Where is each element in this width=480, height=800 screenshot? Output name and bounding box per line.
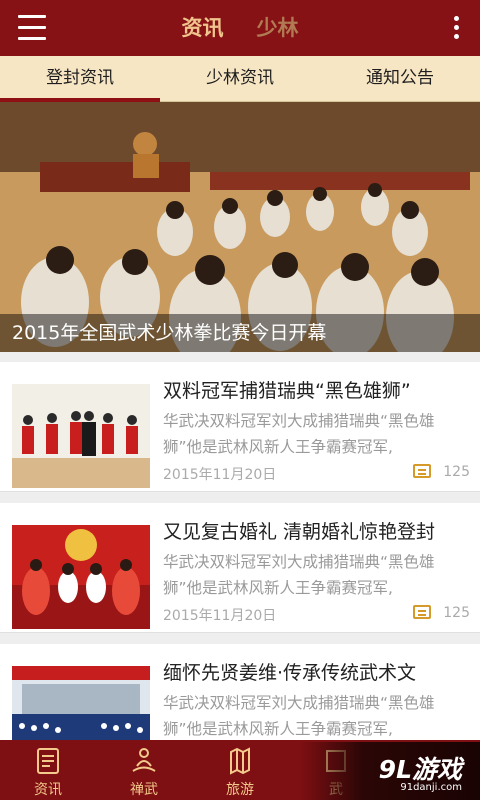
top-app-bar: 资讯 少林 xyxy=(0,0,480,56)
nav-label: 资讯 xyxy=(34,782,62,798)
watermark-logo: 9L游戏 91danji.com xyxy=(300,742,480,800)
tab-dengfeng-news[interactable]: 登封资讯 xyxy=(0,56,160,102)
news-title: 双料冠军捕猎瑞典“黑色雄狮” xyxy=(163,380,411,402)
nav-item-zen-martial[interactable]: 禅武 xyxy=(96,740,192,800)
comment-count-value: 125 xyxy=(443,464,470,480)
nav-item-travel[interactable]: 旅游 xyxy=(192,740,288,800)
watermark-text: 9L游戏 xyxy=(378,755,462,784)
watermark-url: 91danji.com xyxy=(400,782,462,793)
comment-icon xyxy=(413,464,432,478)
news-title: 缅怀先贤姜维·传承传统武术文 xyxy=(163,662,417,684)
nav-label: 旅游 xyxy=(226,782,254,798)
header-tab-news[interactable]: 资讯 xyxy=(181,0,223,56)
featured-banner[interactable]: 2015年全国武术少林拳比赛今日开幕 xyxy=(0,102,480,352)
news-item[interactable]: 双料冠军捕猎瑞典“黑色雄狮” 华武决双料冠军刘大成捕猎瑞典“黑色雄狮”他是武林风… xyxy=(0,362,480,492)
comment-icon xyxy=(413,605,432,619)
news-date: 2015年11月20日 xyxy=(163,608,277,624)
nav-item-news[interactable]: 资讯 xyxy=(0,740,96,800)
news-summary: 华武决双料冠军刘大成捕猎瑞典“黑色雄狮”他是武林风新人王争霸赛冠军, xyxy=(163,553,435,597)
document-icon xyxy=(37,748,59,774)
banner-caption: 2015年全国武术少林拳比赛今日开幕 xyxy=(0,314,480,352)
news-item[interactable]: 缅怀先贤姜维·传承传统武术文 华武决双料冠军刘大成捕猎瑞典“黑色雄狮”他是武林风… xyxy=(0,644,480,740)
news-summary: 华武决双料冠军刘大成捕猎瑞典“黑色雄狮”他是武林风新人王争霸赛冠军, xyxy=(163,694,435,738)
news-title: 又见复古婚礼 清朝婚礼惊艳登封 xyxy=(163,521,436,543)
tab-notices[interactable]: 通知公告 xyxy=(320,56,480,101)
news-summary: 华武决双料冠军刘大成捕猎瑞典“黑色雄狮”他是武林风新人王争霸赛冠军, xyxy=(163,412,435,456)
map-icon xyxy=(230,747,250,775)
news-item[interactable]: 又见复古婚礼 清朝婚礼惊艳登封 华武决双料冠军刘大成捕猎瑞典“黑色雄狮”他是武林… xyxy=(0,503,480,633)
news-thumbnail xyxy=(12,525,150,629)
news-list: 双料冠军捕猎瑞典“黑色雄狮” 华武决双料冠军刘大成捕猎瑞典“黑色雄狮”他是武林风… xyxy=(0,352,480,740)
news-thumbnail xyxy=(12,384,150,488)
comment-count-value: 125 xyxy=(443,605,470,621)
comment-count: 125 xyxy=(413,605,470,621)
header-tab-shaolin[interactable]: 少林 xyxy=(257,0,299,56)
more-vertical-icon[interactable] xyxy=(454,16,460,40)
meditation-icon xyxy=(132,748,156,772)
comment-count: 125 xyxy=(413,464,470,480)
category-tabs: 登封资讯 少林资讯 通知公告 xyxy=(0,56,480,102)
nav-label: 禅武 xyxy=(130,782,158,798)
header-tabs: 资讯 少林 xyxy=(0,0,480,56)
tab-shaolin-news[interactable]: 少林资讯 xyxy=(160,56,320,101)
news-thumbnail xyxy=(12,666,150,740)
news-date: 2015年11月20日 xyxy=(163,467,277,483)
